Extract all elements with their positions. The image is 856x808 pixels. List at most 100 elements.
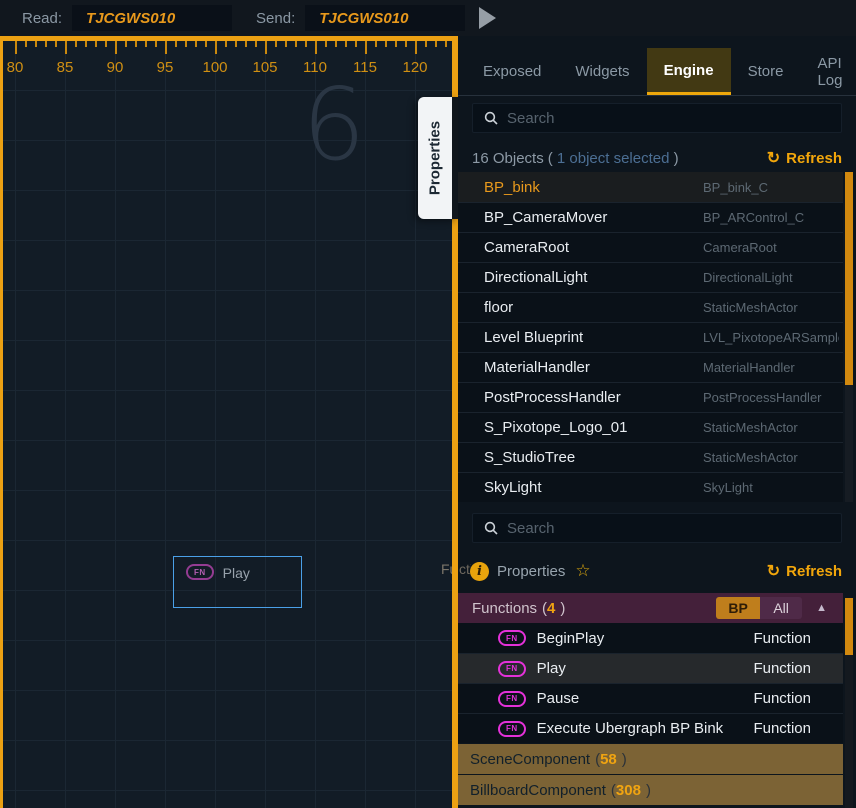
properties-scrollbar-thumb[interactable]: [845, 598, 853, 655]
properties-search-input[interactable]: [507, 520, 841, 537]
ruler-tick: [135, 41, 137, 47]
object-row[interactable]: BP_CameraMover BP_ARControl_C: [458, 202, 843, 232]
info-icon[interactable]: i: [470, 562, 489, 581]
panel-tab[interactable]: API Log: [800, 48, 856, 95]
ruler-tick-label: 110: [303, 59, 327, 76]
ruler-tick: [155, 41, 157, 47]
horizontal-ruler: 80859095100105110115120: [0, 41, 458, 83]
send-label: Send:: [256, 10, 295, 27]
functions-section-header[interactable]: Functions ( 4 ) BP All ▲: [458, 593, 843, 623]
fn-badge-icon: FN: [186, 564, 214, 580]
functions-count: 4: [547, 600, 555, 617]
play-node-label: Play: [223, 565, 250, 581]
paren-close: ): [674, 150, 679, 167]
ruler-tick: [325, 41, 327, 47]
properties-header: i Properties ☆ ↻ Refresh: [470, 556, 842, 586]
object-name: SkyLight: [484, 479, 542, 496]
bp-filter-button[interactable]: BP: [716, 597, 760, 619]
function-row[interactable]: FN Execute Ubergraph BP Bink Function: [458, 713, 843, 743]
ruler-tick: [195, 41, 197, 47]
object-row[interactable]: S_StudioTree StaticMeshActor: [458, 442, 843, 472]
panel-tab-label: Engine: [664, 62, 714, 79]
component-sections: SceneComponent ( 58 ) BillboardComponent…: [458, 744, 843, 806]
ruler-tick-label: 100: [202, 59, 227, 76]
ruler-tick: [445, 41, 447, 47]
object-name: S_Pixotope_Logo_01: [484, 419, 627, 436]
ruler-tick: [255, 41, 257, 47]
object-row[interactable]: CameraRoot CameraRoot: [458, 232, 843, 262]
panel-tab[interactable]: Widgets: [558, 48, 646, 95]
objects-search[interactable]: [472, 103, 842, 133]
functions-title: Functions: [472, 600, 537, 617]
panel-tab[interactable]: Engine: [647, 48, 731, 95]
panel-tab-label: API Log: [817, 55, 842, 89]
ruler-tick: [225, 41, 227, 47]
object-row[interactable]: floor StaticMeshActor: [458, 292, 843, 322]
ruler-tick: [35, 41, 37, 47]
viewport-frame-left: [0, 36, 3, 808]
objects-search-input[interactable]: [507, 110, 841, 127]
component-section-header[interactable]: BillboardComponent ( 308 ): [458, 775, 843, 805]
ruler-tick: [415, 41, 417, 54]
ruler-tick: [275, 41, 277, 47]
refresh-label: Refresh: [786, 563, 842, 580]
component-section-header[interactable]: SceneComponent ( 58 ): [458, 744, 843, 774]
send-input[interactable]: [305, 5, 465, 31]
objects-count: 16 Objects: [472, 150, 544, 167]
properties-side-tab[interactable]: Properties: [418, 97, 458, 219]
object-class: StaticMeshActor: [703, 420, 839, 435]
ruler-tick: [435, 41, 437, 47]
object-name: BP_CameraMover: [484, 209, 607, 226]
all-filter-button[interactable]: All: [760, 597, 802, 619]
paren-close: ): [622, 751, 627, 768]
object-class: StaticMeshActor: [703, 300, 839, 315]
function-row[interactable]: FN BeginPlay Function: [458, 623, 843, 653]
collapse-arrow-icon[interactable]: ▲: [816, 602, 827, 614]
search-icon: [484, 521, 498, 535]
ruler-tick: [85, 41, 87, 47]
function-name: Play: [537, 660, 566, 677]
function-row[interactable]: FN Pause Function: [458, 683, 843, 713]
favorite-star-icon[interactable]: ☆: [575, 561, 590, 581]
ruler-tick: [265, 41, 267, 54]
paren-close: ): [646, 782, 651, 799]
canvas-grid: [0, 36, 458, 808]
object-class: StaticMeshActor: [703, 450, 839, 465]
object-row[interactable]: DirectionalLight DirectionalLight: [458, 262, 843, 292]
ruler-tick: [345, 41, 347, 47]
object-row[interactable]: SkyLight SkyLight: [458, 472, 843, 502]
ruler-tick: [125, 41, 127, 47]
object-class: CameraRoot: [703, 240, 839, 255]
function-type: Function: [753, 720, 811, 737]
properties-search[interactable]: [472, 513, 842, 543]
object-name: S_StudioTree: [484, 449, 575, 466]
object-name: CameraRoot: [484, 239, 569, 256]
read-input[interactable]: [72, 5, 232, 31]
properties-refresh-button[interactable]: ↻ Refresh: [767, 561, 842, 581]
object-name: MaterialHandler: [484, 359, 590, 376]
ruler-tick: [235, 41, 237, 47]
ruler-tick: [375, 41, 377, 47]
ruler-tick: [75, 41, 77, 47]
ruler-tick: [115, 41, 117, 54]
objects-scrollbar-thumb[interactable]: [845, 172, 853, 385]
object-row[interactable]: Level Blueprint LVL_PixotopeARSample..: [458, 322, 843, 352]
object-row[interactable]: MaterialHandler MaterialHandler: [458, 352, 843, 382]
object-row[interactable]: S_Pixotope_Logo_01 StaticMeshActor: [458, 412, 843, 442]
fn-badge-icon: FN: [498, 630, 526, 646]
panel-tab[interactable]: Store: [731, 48, 801, 95]
object-row[interactable]: BP_bink BP_bink_C: [458, 172, 843, 202]
function-type: Function: [753, 660, 811, 677]
function-type: Function: [753, 630, 811, 647]
play-function-node[interactable]: FN Play: [173, 556, 302, 608]
panel-tab[interactable]: Exposed: [466, 48, 558, 95]
ruler-tick-label: 115: [353, 59, 377, 76]
object-class: BP_ARControl_C: [703, 210, 839, 225]
play-icon[interactable]: [479, 7, 496, 29]
objects-refresh-button[interactable]: ↻ Refresh: [767, 148, 842, 168]
blueprint-canvas[interactable]: 6 80859095100105110115120 FN Play Fun Pr…: [0, 36, 458, 808]
object-row[interactable]: PostProcessHandler PostProcessHandler: [458, 382, 843, 412]
object-name: DirectionalLight: [484, 269, 587, 286]
ruler-tick: [175, 41, 177, 47]
function-row[interactable]: FN Play Function: [458, 653, 843, 683]
